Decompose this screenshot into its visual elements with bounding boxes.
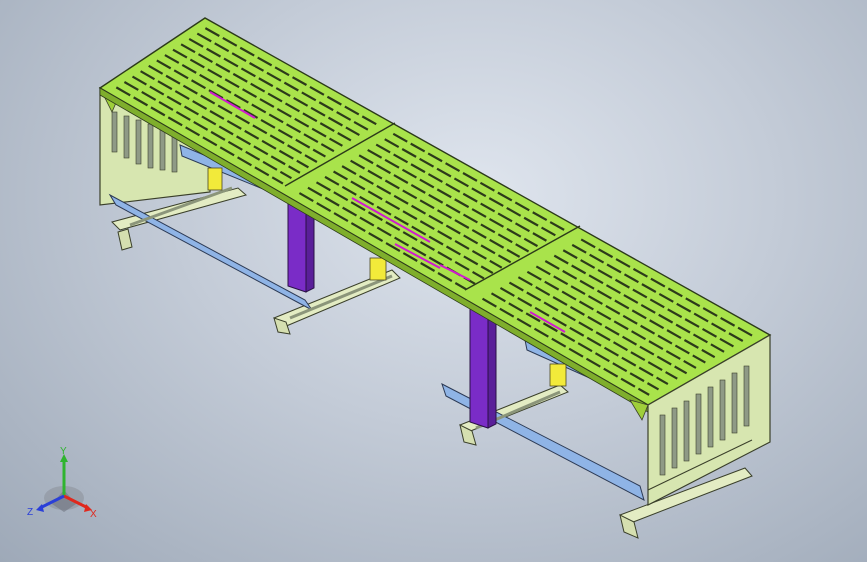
frame-slot <box>731 372 738 434</box>
frame-slot <box>695 393 702 455</box>
orientation-triad[interactable]: Y X Z <box>24 446 104 526</box>
frame-slot <box>719 379 726 441</box>
graphics-viewport[interactable]: Y X Z <box>0 0 867 562</box>
purple-post-left[interactable] <box>287 199 307 293</box>
y-axis-label: Y <box>60 446 67 457</box>
lower-beam-back[interactable] <box>108 193 313 311</box>
x-axis-label: X <box>90 509 97 520</box>
purple-post-right-side[interactable] <box>487 305 497 429</box>
yellow-bracket-3[interactable] <box>549 363 567 387</box>
frame-slot <box>707 386 714 448</box>
frame-slot <box>671 407 678 469</box>
frame-slot <box>683 400 690 462</box>
frame-slot <box>743 365 750 427</box>
z-axis-label: Z <box>27 507 33 518</box>
yellow-bracket-1[interactable] <box>207 167 223 191</box>
purple-post-right[interactable] <box>469 303 489 429</box>
frame-slot <box>659 414 666 476</box>
yellow-bracket-2[interactable] <box>369 257 387 281</box>
foot-channel-left-front[interactable] <box>117 228 133 251</box>
cad-model-view[interactable] <box>0 0 867 562</box>
